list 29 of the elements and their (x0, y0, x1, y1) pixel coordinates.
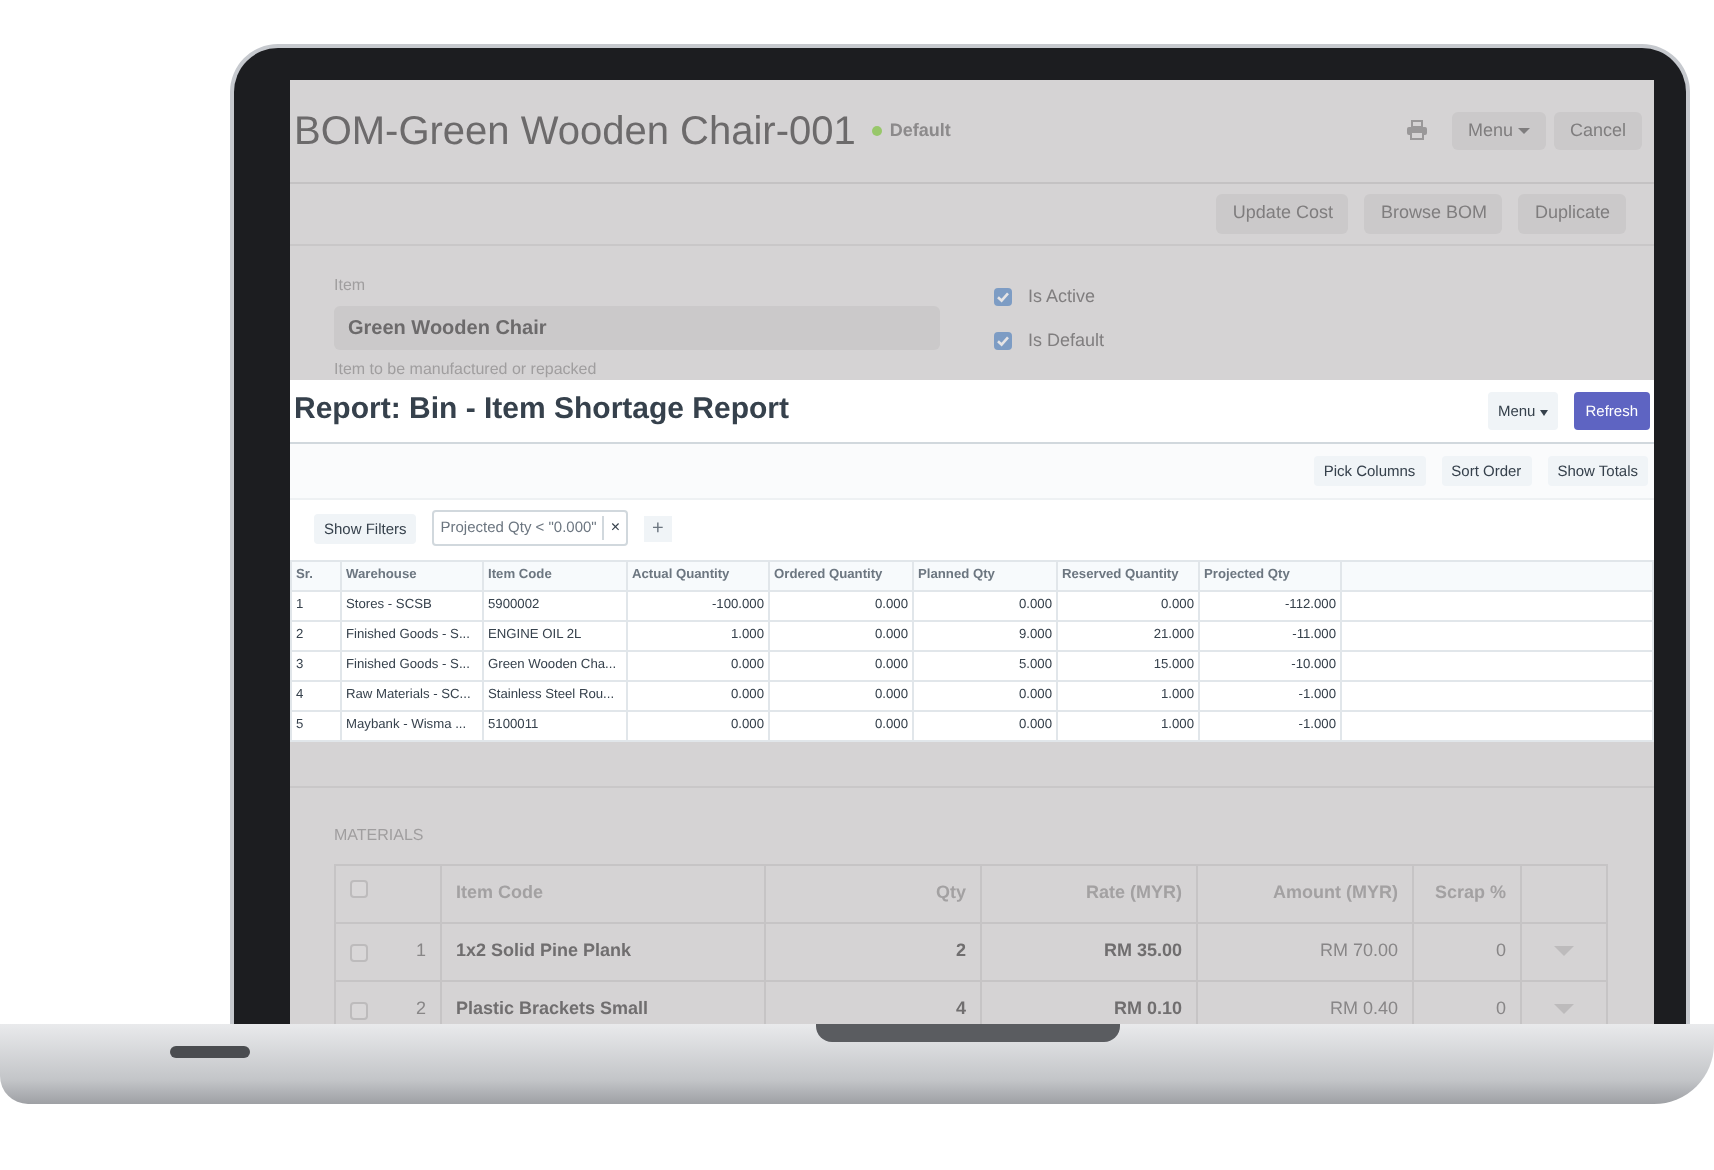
table-cell: 1x2 Solid Pine Plank (441, 923, 765, 981)
row-number: 1 (415, 938, 426, 965)
checkbox[interactable] (350, 1001, 368, 1019)
row-number: 2 (415, 996, 426, 1023)
toolbar-button[interactable]: Browse BOM (1364, 194, 1503, 234)
table-cell: RM 70.00 (1197, 923, 1413, 981)
add-filter-button[interactable]: + (644, 515, 672, 541)
cancel-button[interactable]: Cancel (1553, 111, 1642, 151)
caret-icon[interactable] (1554, 946, 1574, 957)
item-field[interactable]: Green Wooden Chair (334, 306, 940, 350)
table-cell: 2 (765, 923, 981, 981)
table-cell: RM 35.00 (981, 923, 1197, 981)
caret-icon[interactable] (1554, 1004, 1574, 1015)
checkbox-label: Is Active (1028, 284, 1096, 310)
report-title: Report: Bin - Item Shortage Report (294, 390, 790, 431)
printer-icon[interactable] (1405, 120, 1428, 141)
table-cell: 0 (1413, 923, 1521, 981)
menu-button[interactable]: Menu (1451, 111, 1546, 151)
status-dot-icon (871, 126, 882, 136)
toolbar-button[interactable]: Update Cost (1216, 194, 1349, 234)
page-title: BOM-Green Wooden Chair-001 (294, 107, 856, 157)
toolbar-button[interactable]: Duplicate (1518, 194, 1626, 234)
port-slot (170, 1046, 250, 1058)
status-label: Default (889, 117, 951, 144)
checkbox[interactable] (994, 288, 1012, 307)
checkbox[interactable] (350, 880, 368, 899)
checkbox-label: Is Default (1028, 327, 1105, 353)
checkbox[interactable] (350, 943, 368, 961)
checkbox[interactable] (994, 331, 1012, 350)
